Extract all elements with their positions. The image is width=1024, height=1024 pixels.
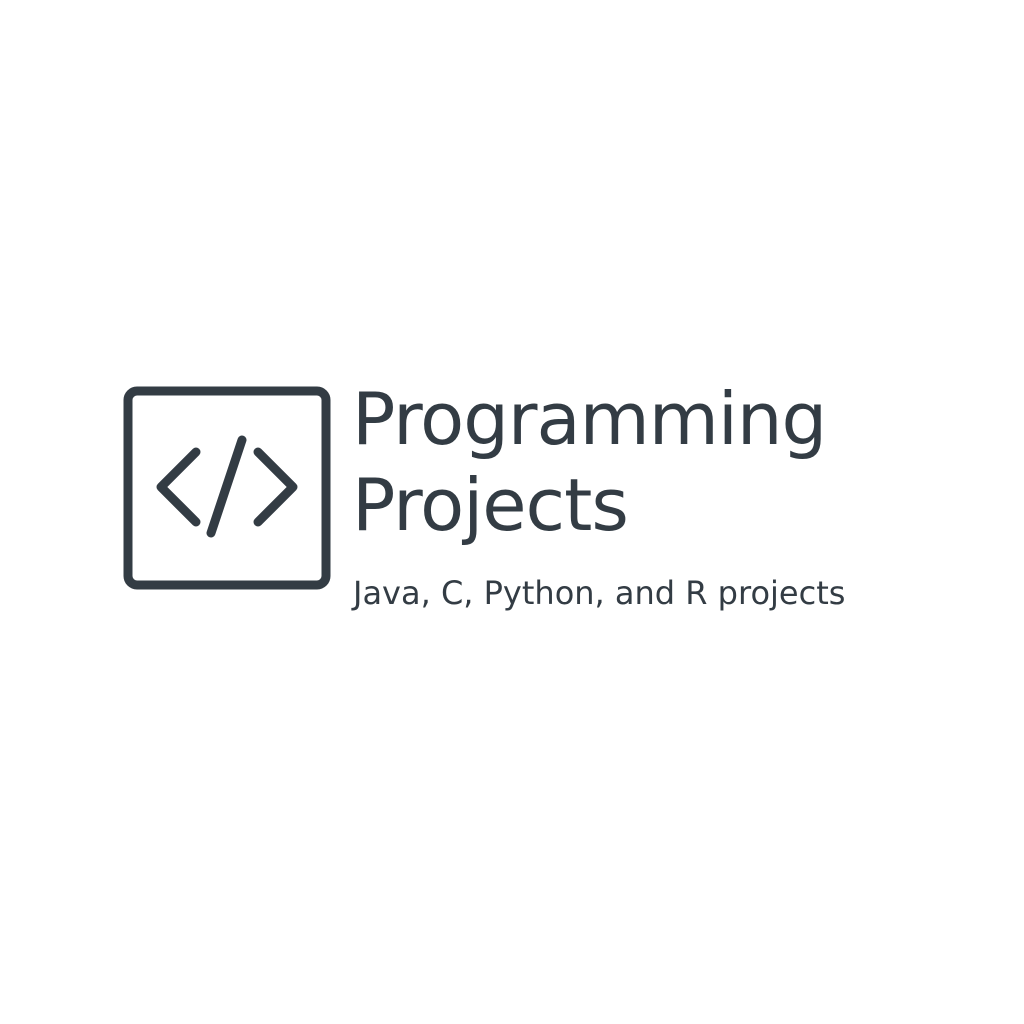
right-angle-bracket xyxy=(253,447,298,527)
logo-canvas: Programming Projects Java, C, Python, an… xyxy=(0,0,1024,1024)
code-brackets-icon xyxy=(123,386,331,590)
logo-title: Programming Projects xyxy=(352,376,952,548)
logo-tagline: Java, C, Python, and R projects xyxy=(353,574,846,612)
left-angle-bracket xyxy=(156,447,201,527)
title-line-2: Projects xyxy=(352,463,629,547)
title-line-1: Programming xyxy=(352,377,827,461)
slash-stroke xyxy=(206,435,247,538)
